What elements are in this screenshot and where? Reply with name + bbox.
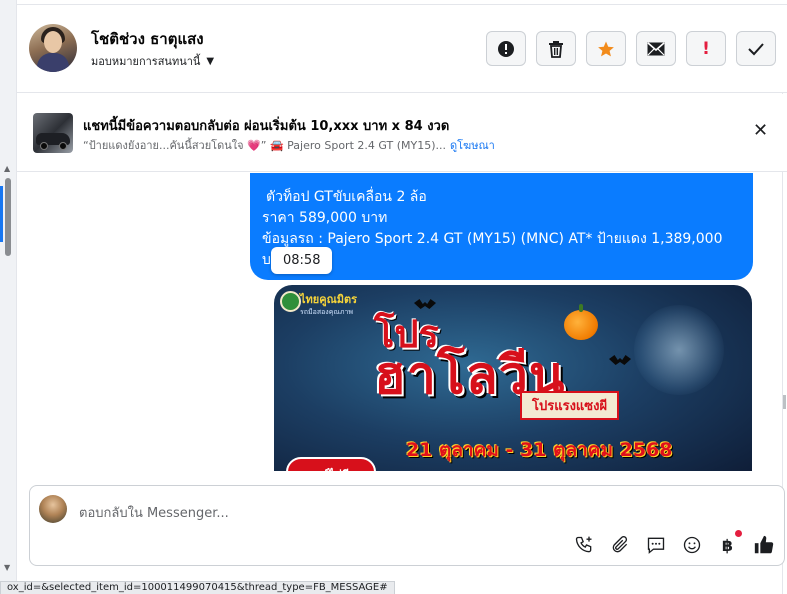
promo-pill: ดาวน์ไม่มีโปร [286,457,376,471]
right-edge-tick [783,395,786,409]
promo-tag: โปรแรงแซงผี [520,391,620,420]
caret-down-icon: ▼ [206,55,215,67]
left-active-indicator [0,186,3,242]
add-call-icon[interactable] [571,533,596,557]
delete-button[interactable] [536,31,576,66]
assign-label: มอบหมายการสนทนานี้ [91,55,201,68]
assign-conversation-dropdown[interactable]: มอบหมายการสนทนานี้ ▼ [91,52,214,70]
close-banner-icon[interactable]: ✕ [753,122,768,140]
ad-title: แชทนี้มีข้อความตอบกลับต่อ ผ่อนเริ่มต้น 1… [83,119,450,134]
promo-logo-sub: รถมือสองคุณภาพ [300,308,354,316]
scroll-down-arrow-icon[interactable]: ▼ [4,563,10,572]
mark-spam-button[interactable] [486,31,526,66]
notification-dot [735,530,742,537]
message-line: ตัวท็อป GTขับเคลื่อน 2 ล้อ [266,189,427,205]
exclamation-mark-icon: ! [702,38,710,59]
star-button[interactable] [586,31,626,66]
thumbs-up-icon[interactable] [751,533,776,557]
ad-thumbnail-wheel [59,142,67,150]
bat-icon [609,355,631,365]
promo-dates: 21 ตุลาคม - 31 ตุลาคม 2568 [406,439,673,461]
pumpkin-icon [564,304,598,340]
scrollbar-thumb[interactable] [5,178,11,256]
envelope-icon [647,41,665,56]
reply-composer[interactable]: ตอบกลับใน Messenger... ฿ [29,485,785,566]
message-timestamp-tooltip: 08:58 [271,247,333,274]
baht-symbol: ฿ [721,535,734,555]
ad-thumbnail[interactable] [33,113,73,153]
header-divider [17,4,787,5]
avatar-face [44,31,62,53]
page-avatar [39,495,67,523]
checkmark-icon [748,42,764,56]
contact-name[interactable]: โชติช่วง ธาตุแสง [91,27,204,51]
avatar-body [37,53,69,72]
mark-done-button[interactable] [736,31,776,66]
promo-image-attachment[interactable]: ไทยคูณมิตร รถมือสองคุณภาพ โปร ฮาโลวีน โป… [274,285,752,471]
ad-thumbnail-wheel [40,142,48,150]
reply-input[interactable]: ตอบกลับใน Messenger... [79,502,229,523]
composer-toolbar: ฿ [571,530,776,557]
conversation-header: โชติช่วง ธาตุแสง มอบหมายการสนทนานี้ ▼ ! [17,0,787,93]
attachment-icon[interactable] [607,533,632,557]
message-line: ราคา 589,000 บาท [262,210,388,226]
star-icon [597,40,615,58]
conversation-action-bar: ! [486,31,776,66]
ad-subtitle: “ป้ายแดงยังอาย...คันนี้สวยโดนใจ 💗” 🚘 Paj… [83,139,446,152]
message-thread[interactable]: ตัวท็อป GTขับเคลื่อน 2 ล้อ ราคา 589,000 … [17,173,782,471]
mark-unread-button[interactable] [636,31,676,66]
trash-icon [548,40,564,58]
scroll-up-arrow-icon[interactable]: ▲ [4,164,10,173]
contact-avatar[interactable] [29,24,77,72]
emoji-icon[interactable] [679,533,704,557]
exclamation-circle-icon [497,40,515,58]
ad-subtitle-row: “ป้ายแดงยังอาย...คันนี้สวยโดนใจ 💗” 🚘 Paj… [83,136,495,154]
left-scroll-strip: ▲ ▼ [0,0,17,594]
message-line: บ [262,252,271,268]
chat-bubble-icon[interactable] [643,533,668,557]
browser-status-url: ox_id=&selected_item_id=100011499070415&… [0,581,395,594]
view-ad-link[interactable]: ดูโฆษณา [450,136,495,154]
message-line: ข้อมูลรถ : Pajero Sport 2.4 GT (MY15) (M… [262,231,723,247]
follow-up-button[interactable]: ! [686,31,726,66]
baht-icon[interactable]: ฿ [715,530,742,557]
promo-moon [634,305,724,395]
ad-context-banner: แชทนี้มีข้อความตอบกลับต่อ ผ่อนเริ่มต้น 1… [17,94,787,172]
